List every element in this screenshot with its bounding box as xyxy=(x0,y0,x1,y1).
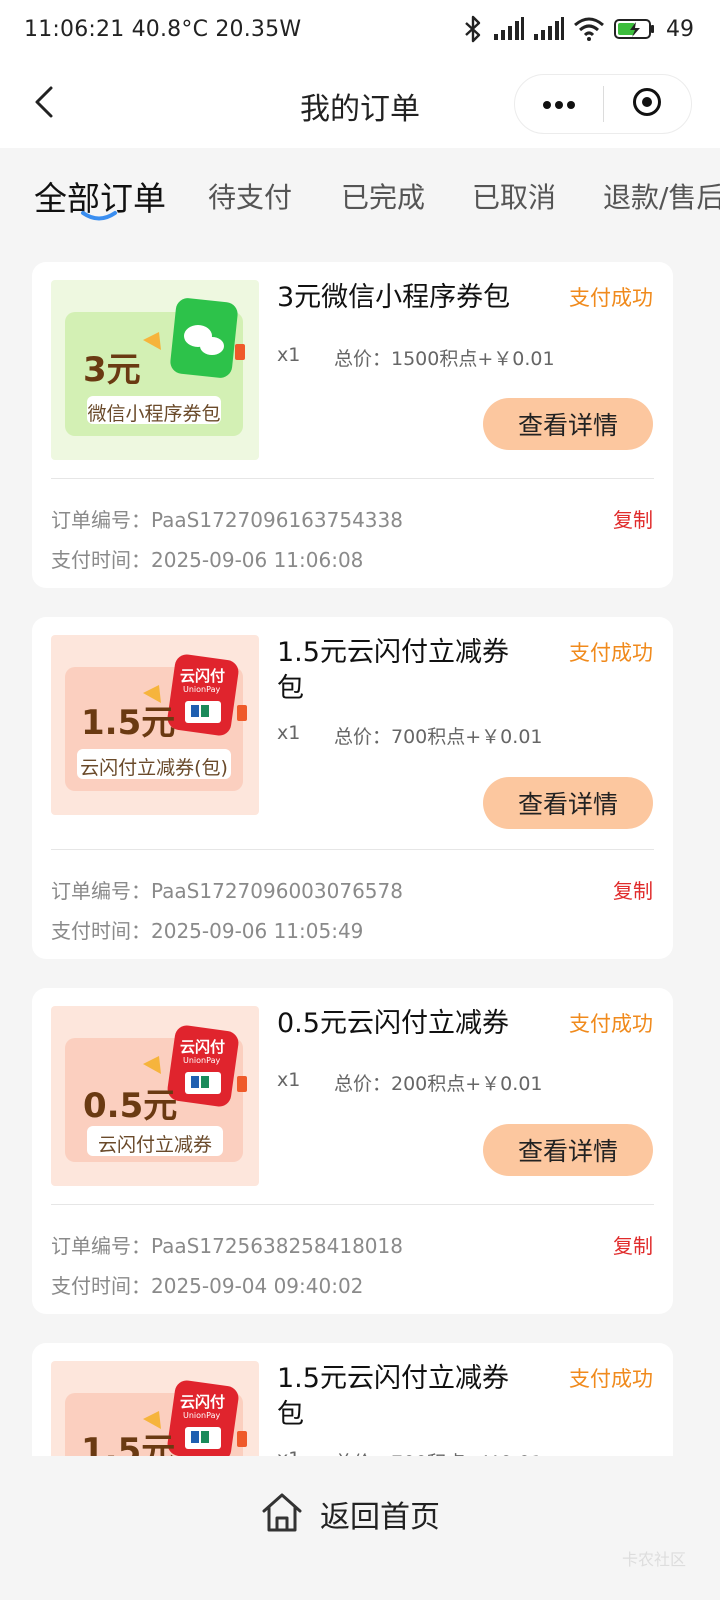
order-status: 支付成功 xyxy=(569,1367,653,1391)
card-divider xyxy=(51,1204,654,1205)
back-to-home-label: 返回首页 xyxy=(320,1500,440,1535)
product-quantity: x1 xyxy=(277,1069,301,1091)
product-title: 3元微信小程序券包 xyxy=(277,282,511,313)
unionpay-logo-en: UnionPay xyxy=(183,1056,221,1065)
payment-time: 支付时间：2025-09-06 11:05:49 xyxy=(51,919,364,943)
thumbnail-caption: 云闪付立减券(包) xyxy=(80,757,228,779)
battery-level: 49 xyxy=(666,16,694,42)
nav-bar: 我的订单 xyxy=(0,64,720,148)
close-circle-icon xyxy=(632,87,662,121)
order-number: 订单编号：PaaS1727096163754338 xyxy=(51,508,403,532)
product-price: 总价：700积点+￥0.01 xyxy=(334,726,543,748)
view-details-button[interactable]: 查看详情 xyxy=(483,1124,653,1176)
bluetooth-icon xyxy=(462,15,484,43)
tab-refund[interactable]: 退款/售后 xyxy=(603,176,720,216)
view-details-button[interactable]: 查看详情 xyxy=(483,777,653,829)
active-tab-indicator xyxy=(80,208,118,227)
back-to-home-button[interactable]: 返回首页 xyxy=(260,1484,440,1544)
copy-button[interactable]: 复制 xyxy=(613,1230,653,1259)
more-dots-icon xyxy=(542,95,576,114)
order-tabs: 全部订单 待支付 已完成 已取消 退款/售后 xyxy=(0,150,720,250)
product-price: 总价：200积点+￥0.01 xyxy=(334,1073,543,1095)
payment-time: 支付时间：2025-09-04 09:40:02 xyxy=(51,1274,364,1298)
close-button[interactable] xyxy=(604,75,692,133)
tab-completed[interactable]: 已完成 xyxy=(341,176,425,216)
order-status: 支付成功 xyxy=(569,1012,653,1036)
view-details-button[interactable]: 查看详情 xyxy=(483,398,653,450)
copy-button[interactable]: 复制 xyxy=(613,504,653,533)
product-title: 0.5元云闪付立减券 xyxy=(277,1008,509,1039)
watermark: 卡农社区 xyxy=(621,1550,686,1569)
product-title: 1.5元云闪付立减券包 xyxy=(277,1363,509,1430)
order-card: 云闪付 UnionPay 0.5元 云闪付立减券 0.5元云闪付立减券 支付成功… xyxy=(32,988,673,1314)
product-thumbnail: 云闪付 UnionPay 0.5元 云闪付立减券 xyxy=(51,1006,259,1186)
order-card: 云闪付 UnionPay 1.5元 云闪付立减券(包) 1.5元云闪付立减券包 … xyxy=(32,617,673,959)
order-card: 3元 微信小程序券包 3元微信小程序券包 支付成功 x1 总价：1500积点+￥… xyxy=(32,262,673,588)
tab-pending-payment[interactable]: 待支付 xyxy=(208,176,292,216)
card-divider xyxy=(51,849,654,850)
tab-cancelled[interactable]: 已取消 xyxy=(472,176,556,216)
battery-charging-icon xyxy=(614,17,656,41)
product-title: 1.5元云闪付立减券包 xyxy=(277,637,509,704)
wifi-icon xyxy=(574,17,604,41)
order-number: 订单编号：PaaS1727096003076578 xyxy=(51,879,403,903)
signal-icon xyxy=(534,17,564,41)
status-bar-info: 11:06:21 40.8°C 20.35W xyxy=(24,17,302,42)
mini-program-capsule xyxy=(514,74,692,134)
thumbnail-amount: 3元 xyxy=(83,350,141,390)
product-price: 总价：1500积点+￥0.01 xyxy=(334,348,555,370)
order-status: 支付成功 xyxy=(569,286,653,310)
more-button[interactable] xyxy=(515,75,603,133)
thumbnail-amount: 1.5元 xyxy=(81,703,176,743)
thumbnail-caption: 微信小程序券包 xyxy=(87,403,221,425)
product-thumbnail: 云闪付 UnionPay 1.5元 云闪付立减券(包) xyxy=(51,635,259,815)
order-status: 支付成功 xyxy=(569,641,653,665)
product-quantity: x1 xyxy=(277,344,301,366)
product-thumbnail: 3元 微信小程序券包 xyxy=(51,280,259,460)
order-number: 订单编号：PaaS1725638258418018 xyxy=(51,1234,403,1258)
thumbnail-amount: 0.5元 xyxy=(83,1086,178,1126)
unionpay-logo-text: 云闪付 xyxy=(180,667,226,685)
card-divider xyxy=(51,478,654,479)
payment-time: 支付时间：2025-09-06 11:06:08 xyxy=(51,548,364,572)
product-quantity: x1 xyxy=(277,722,301,744)
bottom-bar: 返回首页 卡农社区 xyxy=(0,1456,720,1600)
unionpay-logo-text: 云闪付 xyxy=(180,1393,226,1411)
status-bar: 11:06:21 40.8°C 20.35W 49 xyxy=(0,0,720,64)
unionpay-logo-en: UnionPay xyxy=(183,1411,221,1420)
unionpay-logo-text: 云闪付 xyxy=(180,1038,226,1056)
signal-icon xyxy=(494,17,524,41)
unionpay-logo-en: UnionPay xyxy=(183,685,221,694)
home-icon xyxy=(260,1490,304,1538)
thumbnail-caption: 云闪付立减券 xyxy=(97,1134,212,1156)
copy-button[interactable]: 复制 xyxy=(613,875,653,904)
